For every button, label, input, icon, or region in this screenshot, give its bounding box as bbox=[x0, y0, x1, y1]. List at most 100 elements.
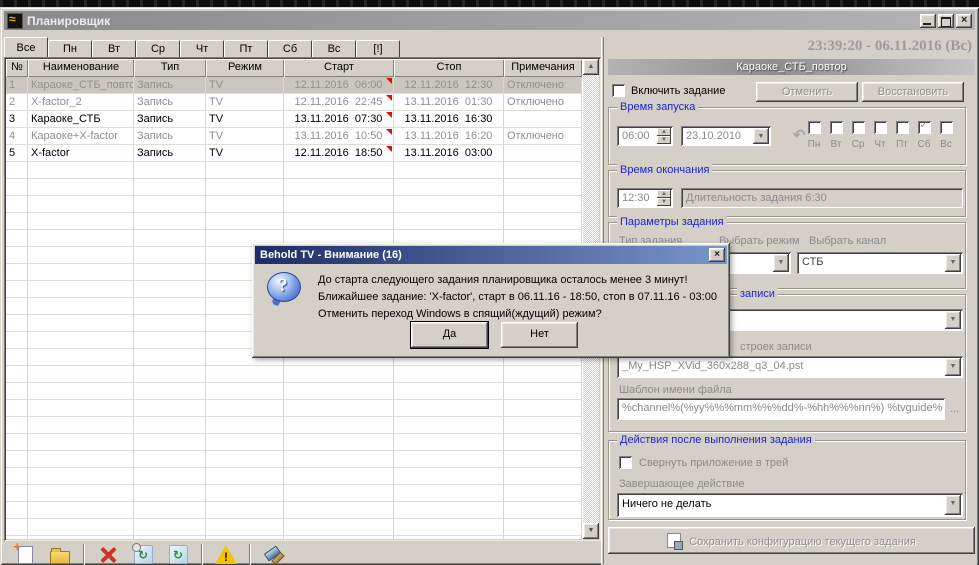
spinner-buttons[interactable]: ▲▼ bbox=[657, 128, 671, 144]
scroll-down-button[interactable]: ▼ bbox=[583, 523, 599, 539]
save-config-label: Сохранить конфигурацию текущего задания bbox=[689, 536, 916, 548]
tab-Вт[interactable]: Вт bbox=[92, 40, 136, 57]
dialog-titlebar[interactable]: Behold TV - Внимание (16) × bbox=[255, 246, 727, 264]
start-date-combo[interactable]: 23.10.2010 ▼ bbox=[681, 126, 771, 146]
tools-icon bbox=[264, 545, 284, 565]
browse-button[interactable]: ... bbox=[950, 403, 959, 415]
weekday-checkbox-Сб[interactable] bbox=[918, 121, 931, 134]
chevron-down-icon[interactable]: ▼ bbox=[945, 254, 961, 272]
no-button[interactable]: Нет bbox=[501, 322, 578, 348]
weekday-label: Чт bbox=[869, 139, 891, 150]
empty-cell bbox=[134, 383, 206, 400]
tab-Пн[interactable]: Пн bbox=[48, 40, 92, 57]
weekday-Вт: Вт bbox=[825, 121, 847, 150]
end-time-spinner[interactable]: 12:30 ▲▼ bbox=[617, 188, 673, 208]
channel-combo[interactable]: СТБ ▼ bbox=[797, 252, 963, 274]
weekday-Ср: Ср bbox=[847, 121, 869, 150]
restore-task-button[interactable]: Восстановить bbox=[862, 82, 964, 102]
empty-cell bbox=[6, 281, 28, 298]
scroll-up-button[interactable]: ▲ bbox=[583, 59, 599, 75]
empty-cell bbox=[206, 485, 284, 502]
tab-[!][interactable]: [!] bbox=[356, 40, 400, 57]
maximize-button[interactable] bbox=[938, 14, 954, 28]
empty-cell bbox=[134, 247, 206, 264]
column-header[interactable]: № bbox=[6, 59, 28, 77]
toolbar-open-folder-button[interactable] bbox=[48, 544, 72, 565]
weekday-checkbox-Чт[interactable] bbox=[874, 121, 887, 134]
tab-Все[interactable]: Все bbox=[4, 37, 48, 57]
spinner-buttons[interactable]: ▲▼ bbox=[657, 190, 671, 206]
column-header[interactable]: Режим bbox=[206, 59, 284, 77]
weekday-checkbox-Пт[interactable] bbox=[896, 121, 909, 134]
task-row[interactable]: 4Караоке+X-factorЗаписьTV13.11.2016 10:5… bbox=[6, 128, 582, 145]
chevron-down-icon[interactable]: ▼ bbox=[945, 495, 961, 515]
start-marker-icon bbox=[386, 146, 392, 152]
task-row[interactable]: 3Караоке_СТБЗаписьTV13.11.2016 07:3013.1… bbox=[6, 111, 582, 128]
empty-cell bbox=[134, 196, 206, 213]
empty-cell bbox=[134, 536, 206, 539]
start-time-spinner[interactable]: 06:00 ▲▼ bbox=[617, 126, 673, 146]
column-header[interactable]: Примечания bbox=[504, 59, 582, 77]
minimize-to-tray-label: Свернуть приложение в трей bbox=[639, 457, 788, 469]
cell-type: Запись bbox=[134, 111, 206, 128]
spin-down-icon: ▼ bbox=[657, 136, 671, 144]
chevron-down-icon[interactable]: ▼ bbox=[945, 311, 961, 329]
column-header[interactable]: Стоп bbox=[394, 59, 504, 77]
chevron-down-icon[interactable]: ▼ bbox=[945, 358, 961, 376]
final-action-combo[interactable]: Ничего не делать ▼ bbox=[617, 493, 963, 517]
empty-cell bbox=[28, 247, 134, 264]
weekday-checkbox-Пн[interactable] bbox=[808, 121, 821, 134]
toolbar-new-task-button[interactable] bbox=[13, 544, 37, 565]
empty-cell bbox=[284, 417, 394, 434]
toolbar-recycle-schedule-button[interactable] bbox=[131, 544, 155, 565]
tab-Ср[interactable]: Ср bbox=[136, 40, 180, 57]
toolbar-warning-button[interactable] bbox=[214, 544, 238, 565]
tab-Сб[interactable]: Сб bbox=[268, 40, 312, 57]
tab-Чт[interactable]: Чт bbox=[180, 40, 224, 57]
window-titlebar[interactable]: ≈ Планировщик × bbox=[4, 11, 975, 30]
toolbar-delete-button[interactable] bbox=[96, 544, 120, 565]
empty-cell bbox=[6, 451, 28, 468]
start-time-group: Время запуска 06:00 ▲▼ 23.10.2010 ▼ ↶ Пн… bbox=[608, 107, 966, 165]
column-header[interactable]: Наименование bbox=[28, 59, 134, 77]
cancel-task-button[interactable]: Отменить bbox=[756, 82, 858, 102]
empty-row bbox=[6, 366, 582, 383]
empty-cell bbox=[284, 162, 394, 179]
task-row[interactable]: 2X-factor_2ЗаписьTV12.11.2016 22:4513.11… bbox=[6, 94, 582, 111]
toolbar-recycle-task-button[interactable] bbox=[166, 544, 190, 565]
save-config-button[interactable]: Сохранить конфигурацию текущего задания bbox=[608, 527, 975, 554]
record-settings-combo[interactable]: _My_HSP_XVid_360x288_q3_04.pst ▼ bbox=[617, 356, 963, 378]
toolbar-tools-button[interactable] bbox=[262, 544, 286, 565]
empty-cell bbox=[206, 502, 284, 519]
weekday-checkbox-Вс[interactable] bbox=[940, 121, 953, 134]
weekday-checkbox-Вт[interactable] bbox=[830, 121, 843, 134]
weekday-Чт: Чт bbox=[869, 121, 891, 150]
enable-task-checkbox[interactable] bbox=[612, 84, 625, 97]
empty-cell bbox=[206, 213, 284, 230]
chevron-down-icon[interactable]: ▼ bbox=[753, 128, 769, 144]
filename-template-input[interactable]: %channel%(%yy%%%mm%%%dd%-%hh%%%nn%) %tvg… bbox=[617, 398, 945, 420]
close-button[interactable]: × bbox=[956, 14, 972, 28]
empty-cell bbox=[134, 400, 206, 417]
column-header[interactable]: Тип bbox=[134, 59, 206, 77]
empty-cell bbox=[6, 468, 28, 485]
weekday-checkbox-Ср[interactable] bbox=[852, 121, 865, 134]
close-icon: × bbox=[956, 14, 972, 27]
dialog-close-button[interactable]: × bbox=[709, 248, 725, 262]
task-row[interactable]: 5X-factorЗаписьTV12.11.2016 18:5013.11.2… bbox=[6, 145, 582, 162]
minimize-button[interactable] bbox=[920, 14, 936, 28]
task-row[interactable]: 1Караоке_СТБ_повторЗаписьTV12.11.2016 06… bbox=[6, 77, 582, 94]
empty-cell bbox=[134, 179, 206, 196]
chevron-down-icon[interactable]: ▼ bbox=[773, 254, 789, 272]
minimize-to-tray-checkbox[interactable] bbox=[619, 456, 632, 469]
empty-cell bbox=[28, 383, 134, 400]
empty-row bbox=[6, 451, 582, 468]
empty-cell bbox=[394, 468, 504, 485]
tab-Вс[interactable]: Вс bbox=[312, 40, 356, 57]
empty-cell bbox=[28, 502, 134, 519]
tab-Пт[interactable]: Пт bbox=[224, 40, 268, 57]
column-header[interactable]: Старт bbox=[284, 59, 394, 77]
toolbar-separator bbox=[249, 544, 251, 565]
empty-row bbox=[6, 536, 582, 539]
yes-button[interactable]: Да bbox=[411, 322, 488, 348]
